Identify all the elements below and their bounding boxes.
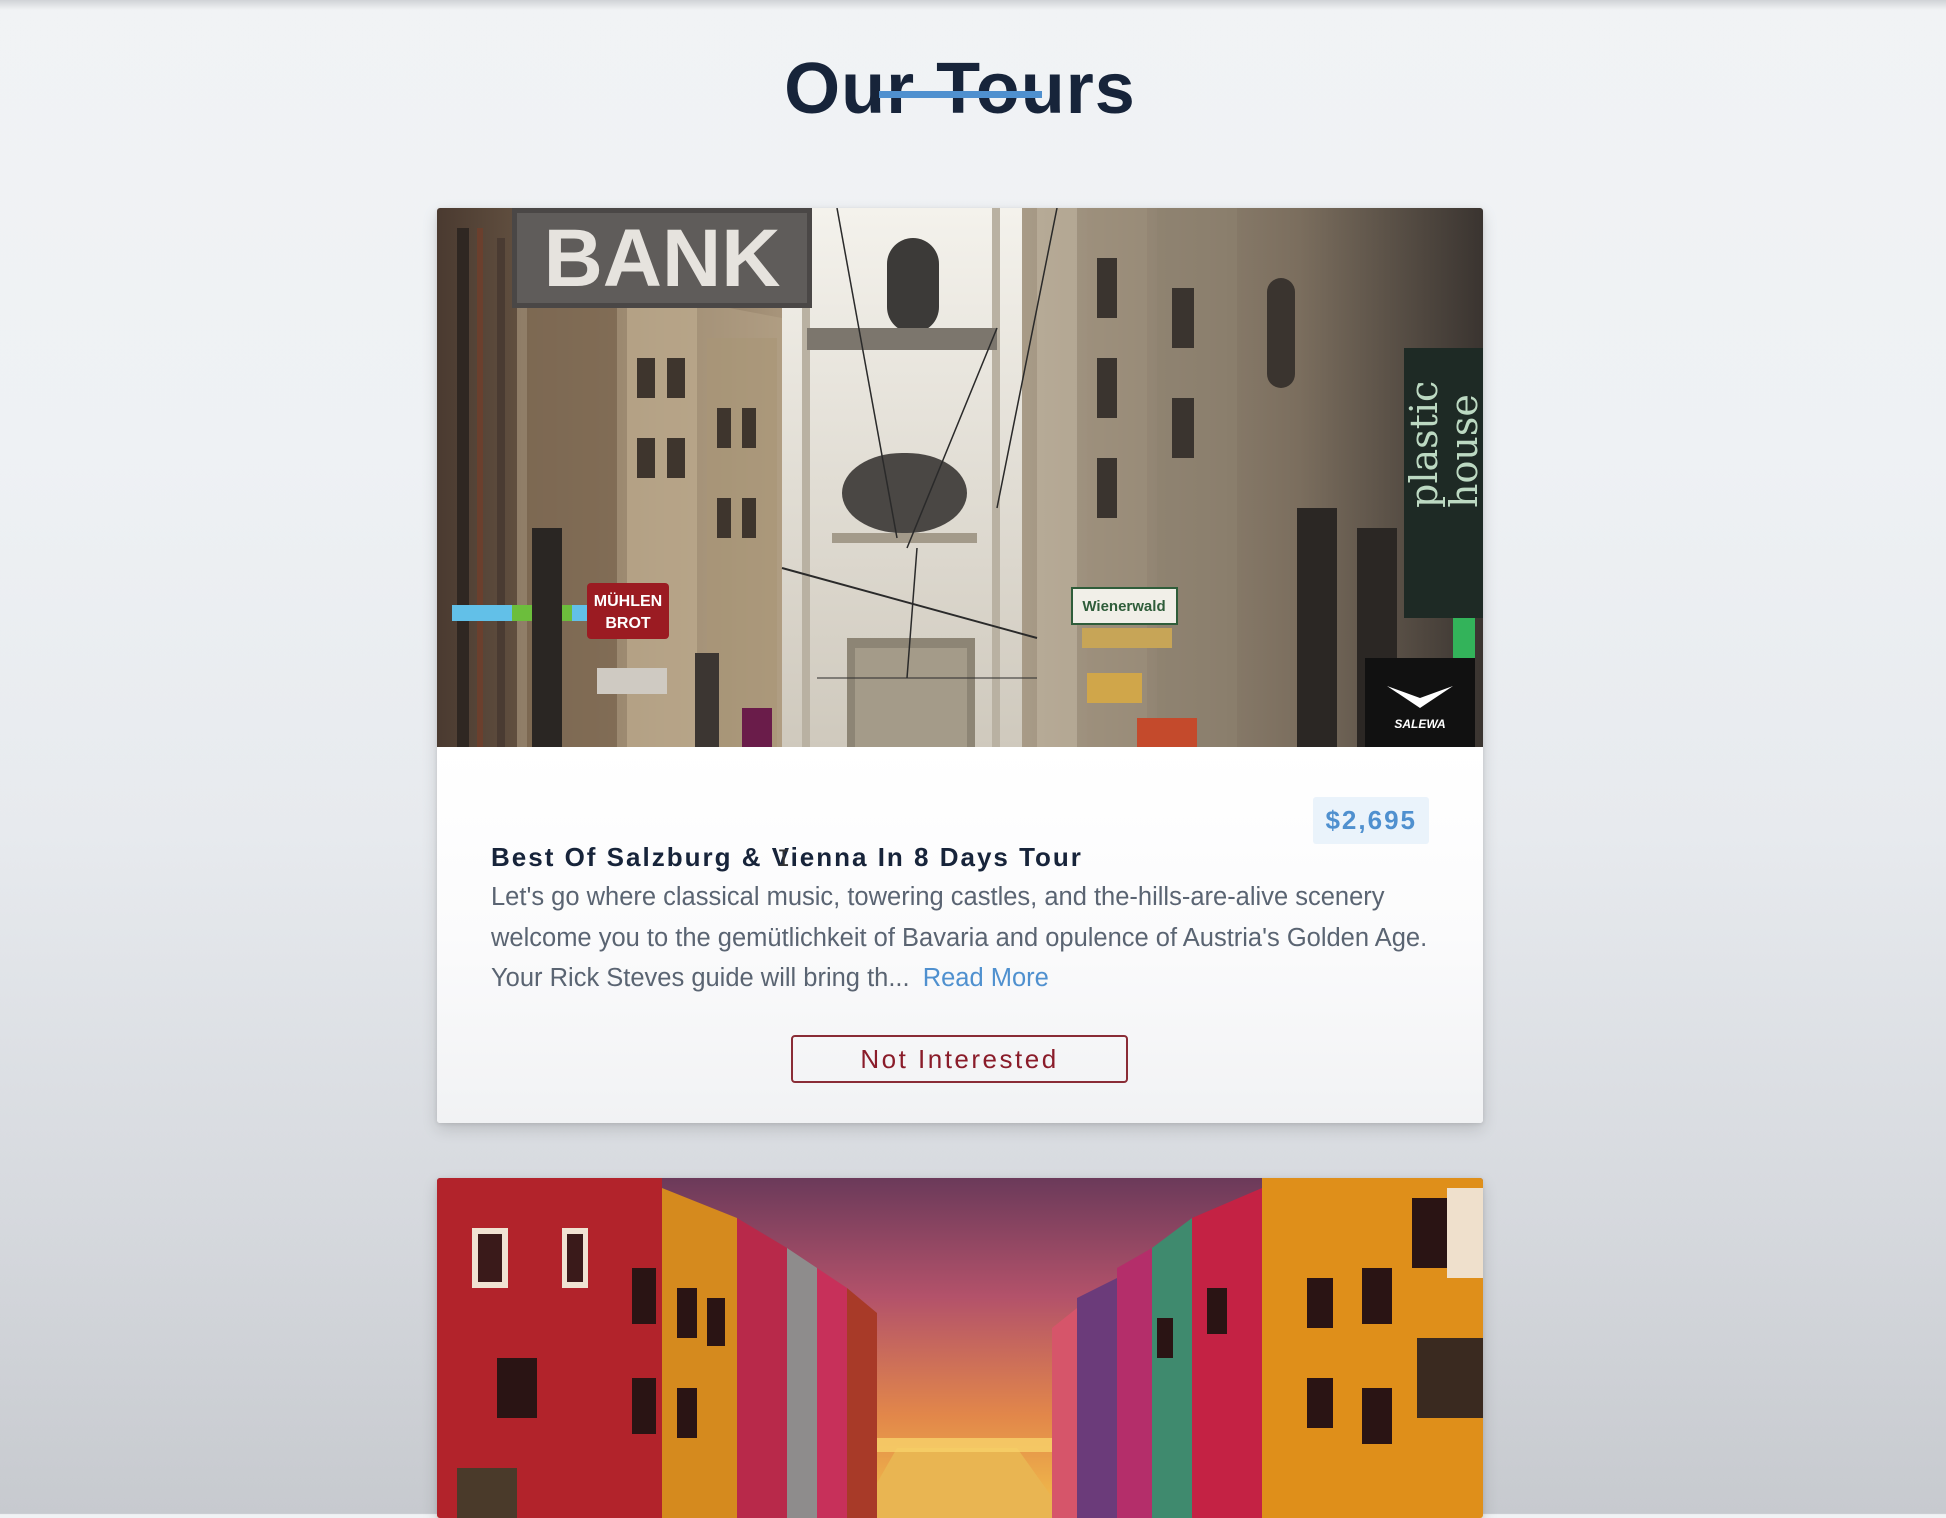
sign-plastic-text: plastic [1402, 381, 1446, 508]
tour-card [437, 1178, 1483, 1518]
sign-wienerwald-text: Wienerwald [1082, 598, 1165, 615]
not-interested-button[interactable]: Not Interested [791, 1035, 1128, 1083]
sign-brot-text: BROT [605, 615, 651, 632]
title-underline [879, 91, 1042, 98]
page-title: Our Tours [784, 49, 1136, 130]
top-edge [0, 0, 1946, 10]
text-cursor-icon: I [777, 847, 791, 872]
sign-salewa-text: SALEWA [1394, 717, 1445, 731]
tour-footer: Best Of Salzburg & Vienna In 8 Days Tour… [437, 747, 1483, 1123]
sign-house-text: house [1442, 394, 1483, 508]
sign-muhlen-text: MÜHLEN [594, 591, 662, 610]
tour-info: Let's go where classical music, towering… [491, 877, 1431, 999]
sign-bank-text: BANK [544, 213, 781, 304]
read-more-button[interactable]: Read More [923, 964, 1049, 992]
tour-image: BANK MÜHLEN BROT plastic house Wienerwal… [437, 208, 1483, 747]
tour-card: BANK MÜHLEN BROT plastic house Wienerwal… [437, 208, 1483, 1123]
tour-image [437, 1178, 1483, 1518]
tour-price: $2,695 [1313, 797, 1429, 844]
